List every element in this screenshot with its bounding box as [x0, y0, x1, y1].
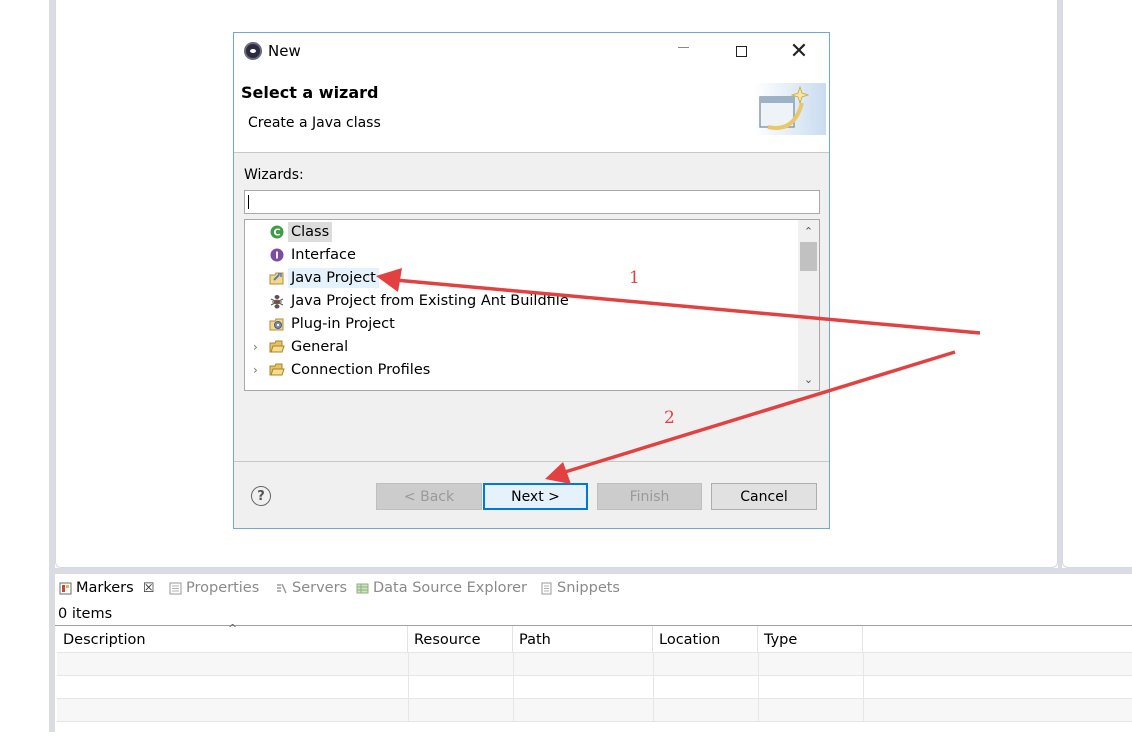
annotation-label-1: 1 — [629, 268, 640, 288]
tab-properties[interactable]: Properties — [169, 580, 259, 596]
cancel-button[interactable]: Cancel — [711, 483, 817, 510]
data-source-icon — [356, 583, 369, 593]
tab-snippets[interactable]: Snippets — [540, 580, 620, 596]
folder-icon — [269, 363, 285, 376]
wizard-tree[interactable]: C Class I Interface Java Project Java Pr… — [244, 219, 820, 391]
tab-label: Data Source Explorer — [373, 580, 528, 596]
tab-servers[interactable]: Servers — [275, 580, 347, 596]
chevron-right-icon[interactable]: › — [253, 363, 263, 377]
next-button[interactable]: Next > — [483, 483, 588, 510]
wizard-header: Select a wizard Create a Java class — [234, 69, 829, 153]
page-description: Create a Java class — [248, 115, 381, 131]
tab-label: Snippets — [557, 580, 620, 596]
maximize-button[interactable] — [712, 33, 770, 69]
chevron-right-icon[interactable]: › — [253, 340, 263, 354]
folder-icon — [269, 340, 285, 353]
wizards-label: Wizards: — [244, 167, 304, 183]
tab-label: Markers — [76, 580, 134, 596]
page-title: Select a wizard — [241, 83, 379, 102]
snippets-icon — [541, 582, 552, 594]
tab-markers[interactable]: Markers ☒ — [59, 580, 154, 596]
dialog-title: New — [268, 42, 301, 60]
table-row — [57, 721, 1132, 745]
left-margin — [0, 0, 49, 732]
column-header-location[interactable]: Location — [653, 626, 758, 652]
tree-scrollbar[interactable]: ⌃ ⌄ — [798, 220, 819, 390]
class-icon: C — [270, 225, 284, 239]
ant-icon — [270, 295, 284, 309]
table-row — [57, 675, 1132, 699]
wizard-banner-icon — [754, 83, 826, 135]
markers-icon — [59, 582, 72, 594]
table-row — [57, 652, 1132, 676]
svg-text:I: I — [275, 251, 279, 262]
scrollbar-thumb[interactable] — [800, 242, 817, 271]
sort-ascending-icon: ^ — [228, 622, 238, 635]
column-header-type[interactable]: Type — [758, 626, 863, 652]
svg-text:C: C — [273, 228, 280, 239]
interface-icon: I — [270, 248, 284, 262]
chevron-up-icon[interactable]: ⌃ — [798, 220, 819, 242]
back-button[interactable]: < Back — [376, 483, 482, 510]
bottom-panel-tabs: Markers ☒ Properties Servers Data Source… — [55, 574, 1132, 604]
items-count: 0 items — [58, 606, 113, 622]
close-button[interactable]: ✕ — [770, 33, 828, 69]
eclipse-icon — [244, 42, 262, 60]
properties-icon — [169, 582, 182, 594]
column-header-path[interactable]: Path — [513, 626, 653, 652]
close-tab-icon[interactable]: ☒ — [143, 581, 155, 596]
wizard-filter-input[interactable] — [244, 190, 820, 214]
java-project-icon — [269, 272, 284, 285]
dialog-titlebar[interactable]: New ✕ — [234, 33, 829, 69]
annotation-label-2: 2 — [664, 408, 675, 428]
finish-button[interactable]: Finish — [597, 483, 702, 510]
plugin-project-icon — [269, 318, 284, 331]
servers-icon — [277, 583, 287, 593]
right-view-area — [1062, 0, 1132, 568]
tab-label: Servers — [292, 580, 348, 596]
dialog-button-bar: ? < Back Next > Finish Cancel — [234, 461, 829, 528]
chevron-down-icon[interactable]: ⌄ — [798, 368, 819, 390]
help-icon[interactable]: ? — [251, 486, 271, 506]
tab-data-source-explorer[interactable]: Data Source Explorer — [356, 580, 527, 596]
tab-label: Properties — [186, 580, 260, 596]
column-header-resource[interactable]: Resource — [408, 626, 513, 652]
new-wizard-dialog: New ✕ Select a wizard Create a Java clas… — [233, 32, 830, 529]
minimize-button[interactable] — [654, 33, 712, 69]
table-row — [57, 698, 1132, 722]
